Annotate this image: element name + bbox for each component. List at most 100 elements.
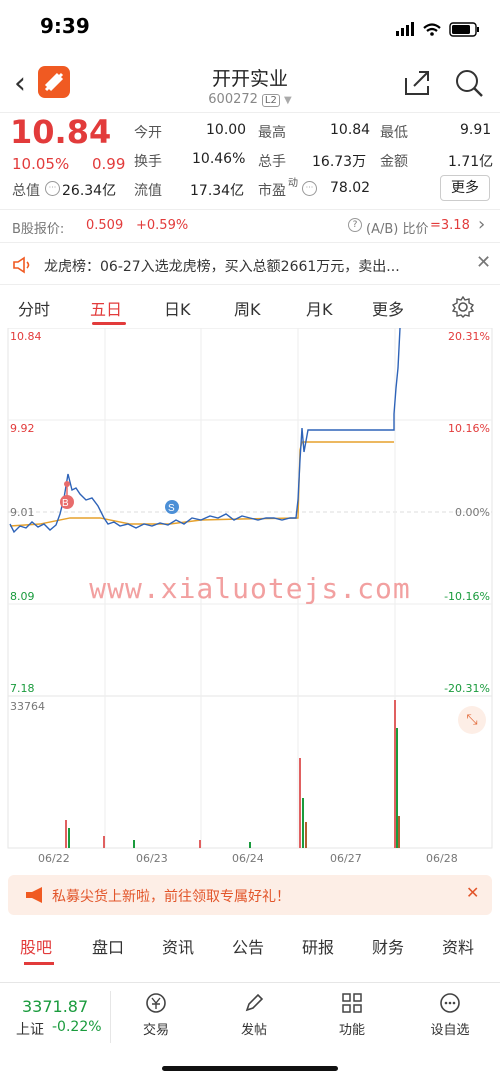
index-value[interactable]: 3371.87 [22, 997, 88, 1016]
tab-announcements[interactable]: 公告 [232, 934, 264, 958]
chevron-right-icon: › [478, 214, 486, 235]
current-price: 10.84 [10, 113, 112, 151]
expand-icon[interactable]: ⤡ [458, 706, 486, 734]
high-value: 10.84 [330, 122, 371, 138]
status-time: 9:39 [40, 14, 90, 38]
close-icon[interactable]: ✕ [476, 252, 491, 273]
tab-finance[interactable]: 财务 [372, 934, 404, 958]
y-left-min: 7.18 [10, 682, 35, 695]
open-label: 今开 [134, 125, 162, 141]
trade-label: 交易 [142, 1023, 169, 1038]
volume-label: 总手 [258, 154, 286, 170]
home-indicator [162, 1066, 338, 1071]
tab-more[interactable]: 更多 [372, 296, 404, 320]
b-share-price: 0.509 [86, 218, 124, 233]
float-value: 17.34亿 [190, 183, 245, 199]
pe-label: 市盈 [258, 183, 286, 199]
divider [0, 242, 500, 243]
y-right-max: 20.31% [448, 330, 490, 343]
b-share-label: B股报价: [12, 222, 65, 237]
tab-indicator [92, 322, 126, 325]
ab-ratio-value: =3.18 [430, 218, 470, 233]
x-label: 06/24 [232, 852, 264, 865]
banner-text: 私募尖货上新啦，前往领取专属好礼！ [52, 889, 290, 905]
chevron-down-icon: ▼ [284, 95, 292, 106]
high-label: 最高 [258, 125, 286, 141]
tab-profile[interactable]: 资料 [442, 934, 474, 958]
more-dots-icon[interactable]: ··· [45, 181, 60, 196]
sell-marker-label: S [168, 503, 175, 514]
y-left-max: 10.84 [10, 330, 42, 343]
x-label: 06/22 [38, 852, 70, 865]
change-amount: 0.99 [92, 155, 126, 173]
low-value: 9.91 [460, 122, 492, 138]
divider [0, 209, 500, 210]
pe-info-icon[interactable]: ··· [302, 181, 317, 196]
speaker-icon [13, 256, 30, 274]
tab-monthly-k[interactable]: 月K [306, 296, 333, 320]
y-left-mid: 9.01 [10, 506, 35, 519]
notice-text: 龙虎榜：06-27入选龙虎榜，买入总额2661万元，卖出... [44, 259, 400, 275]
y-right-mid: 0.00% [455, 506, 490, 519]
five-day-chart[interactable]: B S 10.84 9.92 9.01 8.09 7.18 20.31% 10.… [0, 327, 500, 868]
edit-icon [245, 993, 264, 1012]
gear-icon[interactable] [452, 296, 474, 318]
post-label: 发帖 [240, 1023, 267, 1038]
more-button[interactable]: 更多 [440, 175, 490, 201]
buy-marker-label: B [62, 498, 69, 509]
tab-indicator [24, 962, 54, 965]
x-label: 06/28 [426, 852, 458, 865]
low-label: 最低 [380, 125, 408, 141]
volume-max: 33764 [10, 700, 45, 713]
promo-banner[interactable]: 私募尖货上新啦，前往领取专属好礼！ ✕ [8, 875, 492, 915]
pe-sup: 动 [288, 178, 298, 189]
share-icon[interactable] [402, 68, 432, 98]
mktcap-label: 总值 [12, 183, 40, 199]
dragon-tiger-notice[interactable]: 龙虎榜：06-27入选龙虎榜，买入总额2661万元，卖出... ✕ [0, 246, 500, 282]
turnover-label: 换手 [134, 154, 162, 170]
add-watchlist-button[interactable]: 设自选 [422, 991, 478, 1038]
function-label: 功能 [338, 1023, 365, 1038]
help-icon[interactable]: ? [348, 218, 362, 232]
divider [110, 991, 111, 1043]
function-button[interactable]: 功能 [324, 991, 380, 1038]
turnover-value: 10.46% [192, 151, 246, 167]
volume-bars [65, 700, 400, 848]
tab-forum[interactable]: 股吧 [20, 934, 52, 958]
tab-five-day[interactable]: 五日 [90, 296, 122, 320]
megaphone-icon [26, 887, 42, 903]
change-percent: 10.05% [12, 155, 70, 173]
volume-value: 16.73万 [312, 154, 367, 170]
tab-research[interactable]: 研报 [302, 934, 334, 958]
close-icon[interactable]: ✕ [466, 883, 479, 902]
watermark: www.xialuotejs.com [89, 572, 411, 605]
mktcap-value: 26.34亿 [62, 183, 117, 199]
index-pct: -0.22% [52, 1019, 102, 1035]
tab-weekly-k[interactable]: 周K [234, 296, 261, 320]
trade-button[interactable]: 交易 [128, 991, 184, 1038]
y-left-2: 9.92 [10, 422, 35, 435]
trade-icon [146, 993, 166, 1013]
x-label: 06/27 [330, 852, 362, 865]
search-icon[interactable] [454, 68, 484, 98]
ab-ratio-label: (A/B) 比价 [366, 222, 429, 237]
stock-code: 600272 [208, 92, 258, 107]
add-watchlist-label: 设自选 [430, 1023, 470, 1038]
tab-daily-k[interactable]: 日K [164, 296, 191, 320]
b-share-row[interactable]: B股报价: 0.509 +0.59% ? (A/B) 比价 =3.18 › [0, 212, 500, 240]
y-right-2: 10.16% [448, 422, 490, 435]
tab-intraday[interactable]: 分时 [18, 296, 50, 320]
app-header: ‹ 开开实业 600272 L2 ▼ [0, 56, 500, 112]
divider [0, 284, 500, 285]
buy-marker-dot [64, 481, 70, 487]
grid-icon [342, 993, 362, 1013]
tab-news[interactable]: 资讯 [162, 934, 194, 958]
float-label: 流值 [134, 183, 162, 199]
tab-orderbook[interactable]: 盘口 [92, 934, 124, 958]
status-bar: 9:39 [0, 0, 500, 56]
pe-value: 78.02 [330, 180, 371, 196]
index-name: 上证 [16, 1022, 44, 1038]
b-share-pct: +0.59% [136, 218, 189, 233]
post-button[interactable]: 发帖 [226, 991, 282, 1038]
status-icons [396, 22, 479, 37]
